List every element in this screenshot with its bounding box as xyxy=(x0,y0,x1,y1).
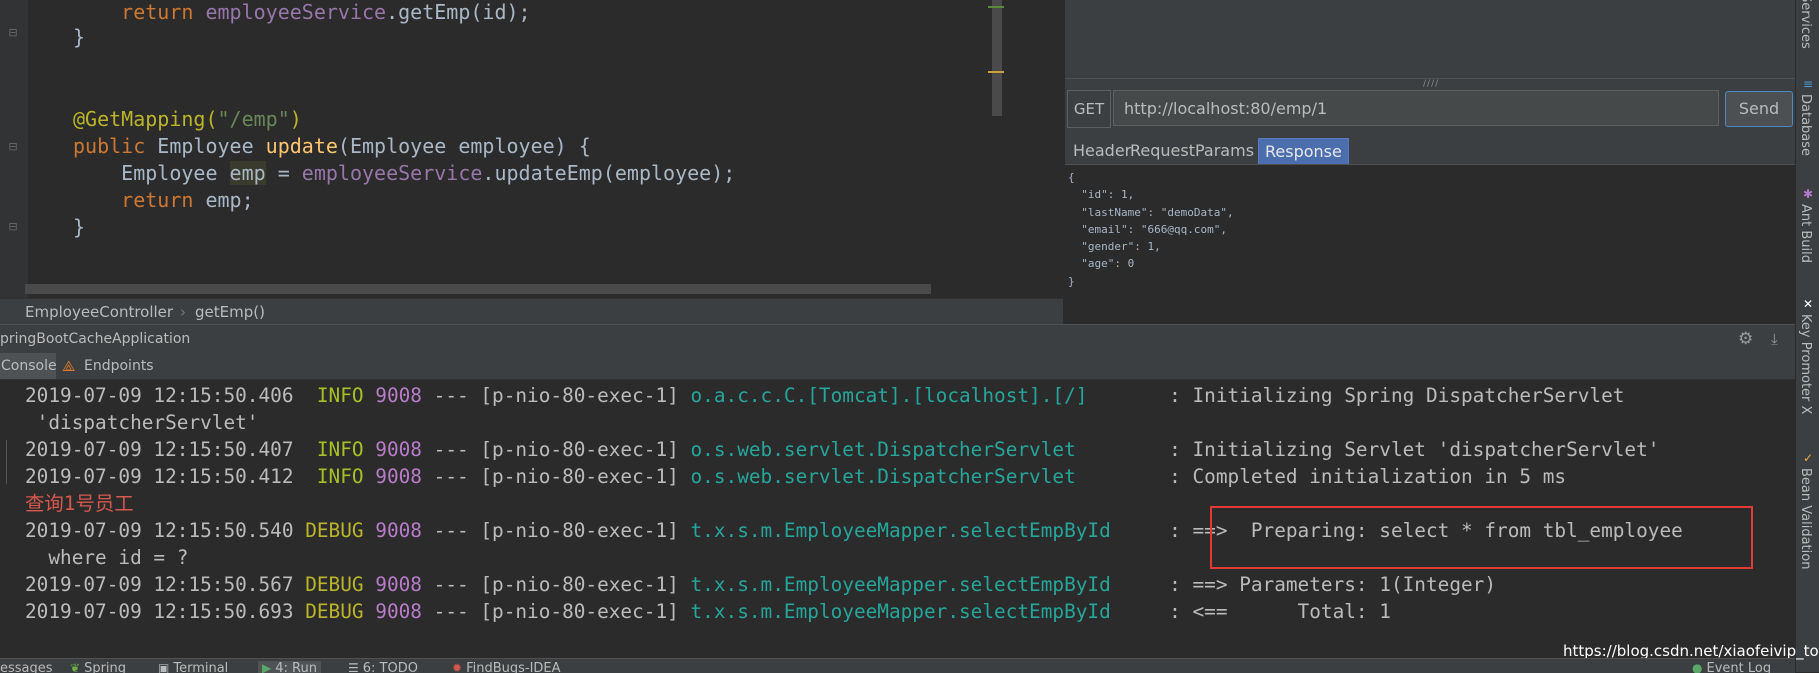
tab-request-params[interactable]: RequestParams xyxy=(1124,138,1260,164)
tool-key-promoter-x[interactable]: Key Promoter X xyxy=(1798,314,1813,414)
console-gutter xyxy=(0,440,7,484)
editor-vertical-scrollbar[interactable] xyxy=(992,0,1002,116)
log-line: 2019-07-09 12:15:50.693 DEBUG 9008 --- [… xyxy=(25,600,1391,623)
breadcrumb-class[interactable]: EmployeeController xyxy=(25,299,173,325)
spring-icon: ❦ xyxy=(70,661,81,673)
code-line[interactable]: } xyxy=(73,214,85,240)
code-line[interactable]: return employeeService.getEmp(id); xyxy=(73,0,530,25)
tool-database[interactable]: Database xyxy=(1798,94,1813,156)
editor-horizontal-scrollbar[interactable] xyxy=(25,284,931,294)
log-line: 2019-07-09 12:15:50.567 DEBUG 9008 --- [… xyxy=(25,573,1497,596)
code-line[interactable]: return emp; xyxy=(73,187,253,213)
log-line: 'dispatcherServlet' xyxy=(25,411,259,434)
database-icon: ≡ xyxy=(1802,77,1814,91)
drag-handle[interactable]: //// xyxy=(1423,79,1439,89)
tool-ant-build[interactable]: Ant Build xyxy=(1798,204,1813,263)
terminal-icon: ▣ xyxy=(158,661,170,673)
tab-event-log[interactable]: ● Event Log xyxy=(1692,661,1771,673)
rest-client-top-area xyxy=(1065,0,1796,79)
code-editor[interactable]: ⊟ ⊟ ⊟ return employeeService.getEmp(id);… xyxy=(0,0,1063,298)
response-json: { "id": 1, "lastName": "demoData", "emai… xyxy=(1068,171,1234,288)
findbugs-icon: ✹ xyxy=(452,661,463,673)
url-input[interactable] xyxy=(1113,90,1719,126)
bean-validation-icon: ✓ xyxy=(1802,451,1814,465)
code-line[interactable]: @GetMapping("/emp") xyxy=(73,106,302,132)
right-tool-stripe: Services ≡ Database ✱ Ant Build ✕ Key Pr… xyxy=(1795,0,1819,672)
log-line: 2019-07-09 12:15:50.407 INFO 9008 --- [p… xyxy=(25,438,1660,461)
log-line: 查询1号员工 xyxy=(25,492,134,515)
response-body[interactable]: { "id": 1, "lastName": "demoData", "emai… xyxy=(1065,164,1796,325)
breadcrumb-separator: › xyxy=(180,303,186,321)
todo-icon: ☰ xyxy=(348,661,359,673)
tab-findbugs[interactable]: ✹ FindBugs-IDEA xyxy=(452,661,561,673)
tab-messages[interactable]: essages xyxy=(0,661,53,673)
run-panel-header: pringBootCacheApplication ⚙ ⤓ xyxy=(0,324,1795,353)
fold-icon[interactable]: ⊟ xyxy=(7,221,19,233)
code-line[interactable]: } xyxy=(73,24,85,50)
code-line[interactable]: Employee emp = employeeService.updateEmp… xyxy=(73,160,735,186)
tab-terminal[interactable]: ▣ Terminal xyxy=(158,661,228,673)
key-promoter-icon: ✕ xyxy=(1802,297,1814,311)
rest-client-panel: //// GET Send Header RequestParams Respo… xyxy=(1064,0,1796,325)
tab-console[interactable]: Console xyxy=(0,353,57,379)
fold-icon[interactable]: ⊟ xyxy=(7,27,19,39)
tab-todo[interactable]: ☰ 6: TODO xyxy=(348,661,418,673)
breadcrumb-method[interactable]: getEmp() xyxy=(195,299,265,325)
annotation-highlight-box xyxy=(1210,506,1753,569)
tab-response[interactable]: Response xyxy=(1258,138,1349,166)
bottom-tool-strip: essages ❦ Spring ▣ Terminal ▶ 4: Run ☰ 6: TO… xyxy=(0,658,1795,673)
code-line[interactable]: public Employee update(Employee employee… xyxy=(73,133,591,159)
run-config-title[interactable]: pringBootCacheApplication xyxy=(0,325,190,353)
fold-icon[interactable]: ⊟ xyxy=(7,141,19,153)
run-panel-tabs: Console ⟁ Endpoints xyxy=(0,353,1795,380)
http-method-select[interactable]: GET xyxy=(1067,90,1111,128)
gear-icon[interactable]: ⚙ xyxy=(1738,325,1753,353)
ant-icon: ✱ xyxy=(1802,187,1814,201)
tab-run[interactable]: ▶ 4: Run xyxy=(258,661,321,673)
log-line: where id = ? xyxy=(25,546,189,569)
hide-panel-icon[interactable]: ⤓ xyxy=(1771,325,1778,353)
editor-gutter: ⊟ ⊟ ⊟ xyxy=(0,0,28,298)
send-button[interactable]: Send xyxy=(1725,91,1793,127)
warning-marker[interactable] xyxy=(988,71,1004,73)
tool-bean-validation[interactable]: Bean Validation xyxy=(1798,468,1813,569)
change-marker[interactable] xyxy=(988,6,1004,8)
breadcrumb: EmployeeController › getEmp() xyxy=(0,298,1063,325)
log-line: 2019-07-09 12:15:50.406 INFO 9008 --- [p… xyxy=(25,384,1625,407)
tab-spring[interactable]: ❦ Spring xyxy=(70,661,126,673)
log-line: 2019-07-09 12:15:50.412 INFO 9008 --- [p… xyxy=(25,465,1567,488)
tool-services[interactable]: Services xyxy=(1798,0,1813,49)
tab-endpoints[interactable]: Endpoints xyxy=(60,353,154,379)
run-icon: ▶ xyxy=(262,661,272,673)
event-log-icon: ● xyxy=(1692,661,1703,673)
